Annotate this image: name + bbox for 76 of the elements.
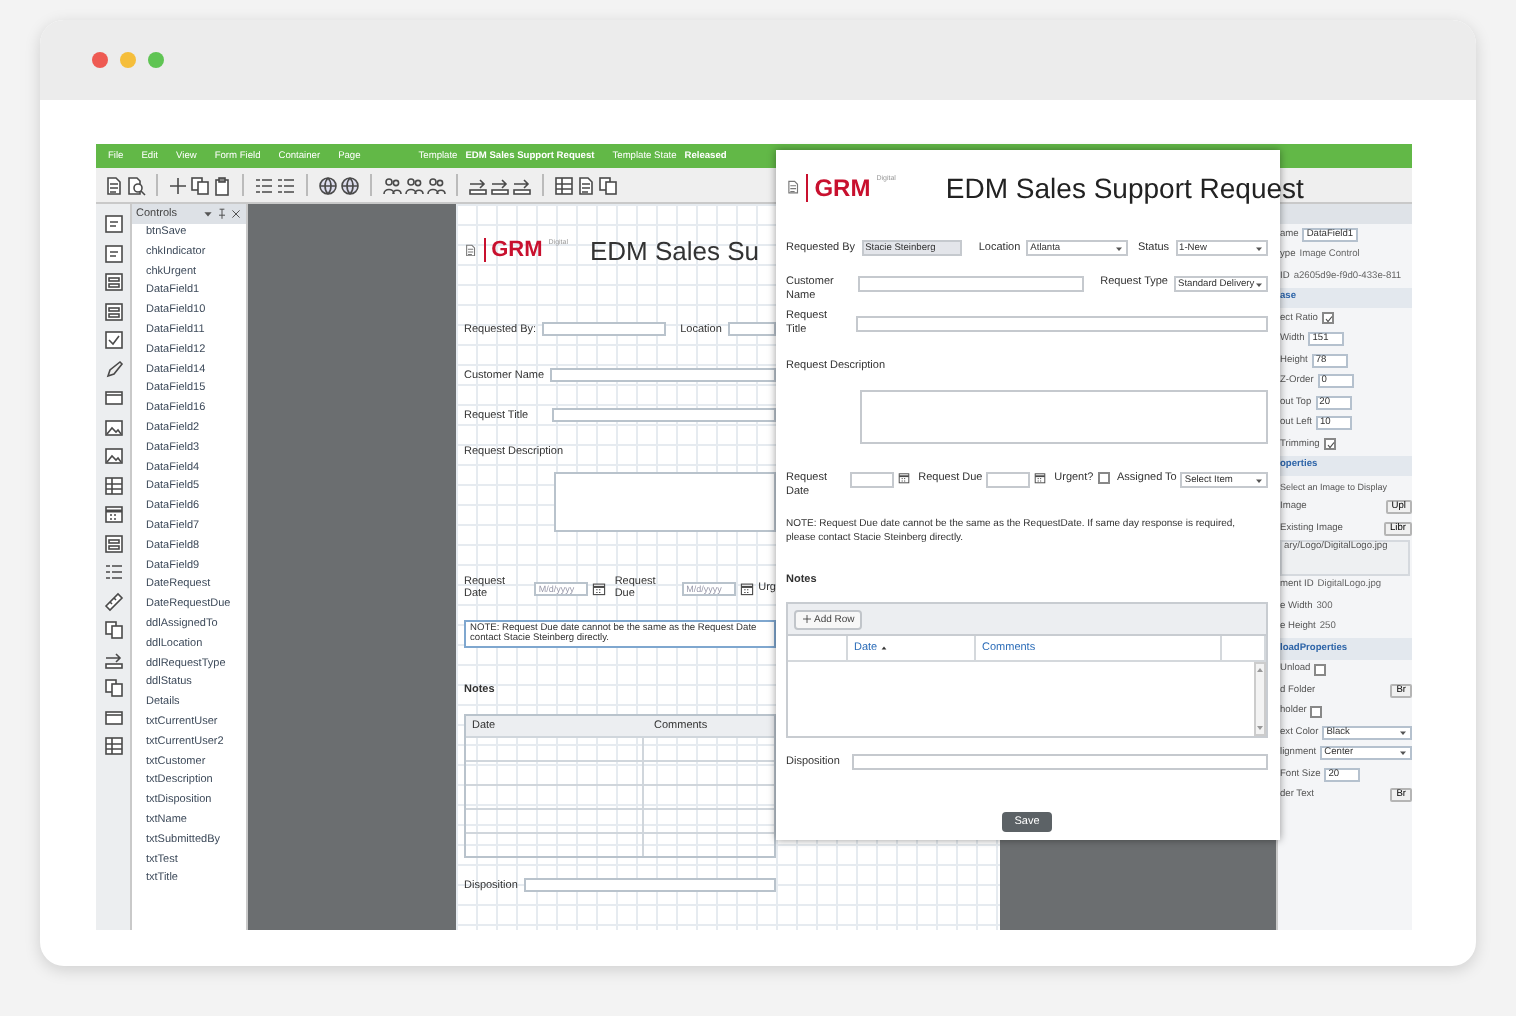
arrow-icon[interactable] (468, 175, 488, 195)
text-field[interactable] (851, 754, 1268, 770)
table-icon[interactable] (103, 475, 123, 495)
image-icon[interactable] (103, 417, 123, 437)
checkbox[interactable] (1323, 438, 1336, 451)
checkmark-icon (1323, 314, 1334, 325)
checkbox[interactable] (1097, 472, 1109, 484)
checkbox[interactable] (1321, 312, 1334, 325)
window-control-dot[interactable] (120, 52, 136, 68)
checkmark-icon (1325, 440, 1336, 451)
textbox-icon[interactable] (103, 243, 123, 263)
text-field[interactable] (542, 322, 667, 336)
calendar-icon[interactable] (1034, 472, 1047, 484)
calendar-icon[interactable] (898, 472, 911, 484)
text-field[interactable] (850, 472, 895, 488)
form-icon[interactable] (103, 301, 123, 321)
window-icon[interactable] (103, 707, 123, 727)
arrow-icon[interactable] (103, 649, 123, 669)
caret-icon (1113, 243, 1124, 253)
list-icon[interactable] (276, 175, 296, 195)
dropdown-icon[interactable] (202, 208, 214, 220)
copy-icon[interactable] (103, 620, 123, 640)
document-icon (464, 243, 478, 257)
calendar-icon[interactable] (592, 581, 607, 595)
window-icon[interactable] (103, 388, 123, 408)
close-icon[interactable] (230, 208, 242, 220)
form-icon[interactable] (103, 533, 123, 553)
textbox-icon[interactable] (103, 214, 123, 234)
copy-icon[interactable] (103, 678, 123, 698)
text-field[interactable] (550, 368, 776, 382)
plus-icon (802, 614, 812, 624)
table-icon[interactable] (103, 736, 123, 756)
table-icon[interactable] (554, 175, 574, 195)
document-icon (786, 180, 801, 196)
checkbox[interactable] (1314, 663, 1327, 676)
logo-text: GRM (814, 174, 871, 202)
checkbox[interactable] (1310, 705, 1323, 718)
form-title: EDM Sales Su (590, 235, 760, 265)
people-icon[interactable] (426, 175, 446, 195)
scrollbar[interactable] (1254, 662, 1266, 736)
search-icon[interactable] (126, 175, 146, 195)
text-field[interactable] (523, 878, 776, 892)
plus-icon[interactable] (168, 175, 188, 195)
pencil-icon[interactable] (103, 359, 123, 379)
logo-text: GRM (491, 238, 543, 262)
panel-header (1278, 204, 1412, 224)
clipboard-icon[interactable] (212, 175, 232, 195)
globe-icon[interactable] (340, 175, 360, 195)
people-icon[interactable] (404, 175, 424, 195)
text-field[interactable] (986, 472, 1031, 488)
list-icon[interactable] (254, 175, 274, 195)
pin-icon[interactable] (216, 208, 228, 220)
window-control-dot[interactable] (148, 52, 164, 68)
copy-icon[interactable] (190, 175, 210, 195)
people-icon[interactable] (382, 175, 402, 195)
document-icon[interactable] (104, 175, 124, 195)
caret-icon (1254, 279, 1265, 289)
form-icon[interactable] (103, 272, 123, 292)
dialog-title: EDM Sales Support Request (945, 172, 1304, 204)
caret-icon (1254, 243, 1264, 253)
checkbox-icon[interactable] (103, 330, 123, 350)
calendar-icon[interactable] (740, 581, 755, 595)
list-icon[interactable] (103, 562, 123, 582)
caret-icon (1254, 475, 1264, 485)
copy-icon[interactable] (598, 175, 618, 195)
document-icon[interactable] (576, 175, 596, 195)
globe-icon[interactable] (318, 175, 338, 195)
arrow-icon[interactable] (512, 175, 532, 195)
text-field[interactable] (552, 408, 776, 422)
window-control-dot[interactable] (92, 52, 108, 68)
text-field[interactable] (856, 315, 1268, 331)
text-field[interactable] (858, 276, 1084, 292)
ruler-icon[interactable] (103, 591, 123, 611)
calendar-icon[interactable] (103, 504, 123, 524)
arrow-icon[interactable] (490, 175, 510, 195)
image-icon[interactable] (103, 446, 123, 466)
